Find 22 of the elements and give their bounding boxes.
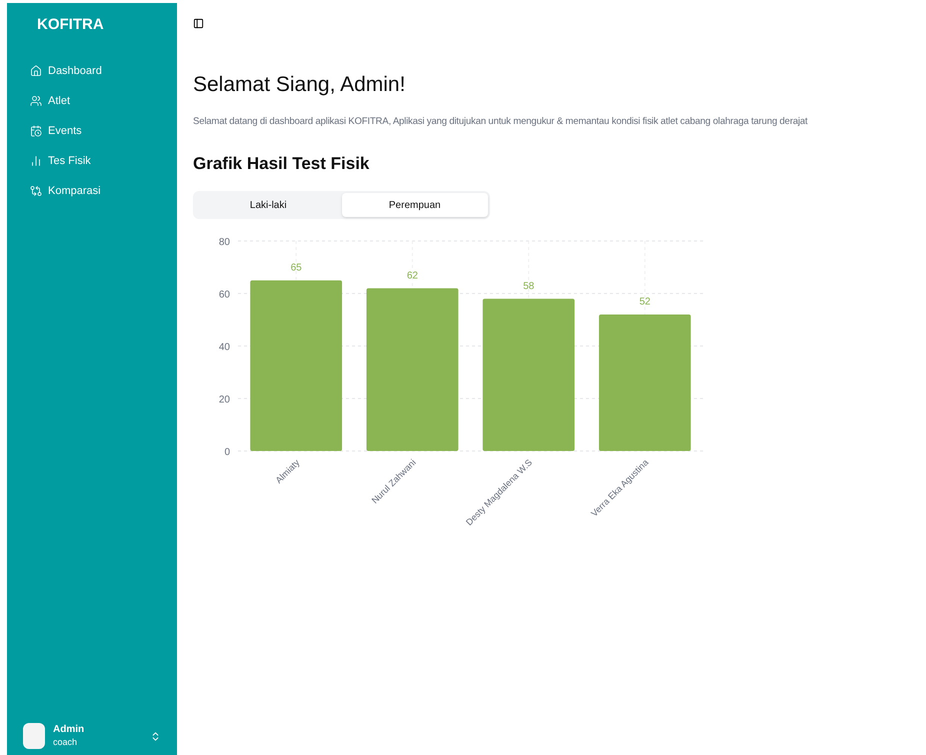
description-text: Selamat datang di dashboard aplikasi KOFITRA, Aplikasi yang ditujukan untuk mengukur & memantau kondisi fisik atlet cabang olahraga tarung derajat bbox=[193, 114, 809, 128]
nav-item[interactable]: Tes Fisik bbox=[24, 146, 160, 176]
y-tick-label: 20 bbox=[218, 394, 230, 406]
value-label: 65 bbox=[290, 262, 302, 274]
value-label: 58 bbox=[523, 281, 534, 292]
nav-item[interactable]: Komparasi bbox=[24, 176, 160, 206]
section-title: Grafik Hasil Test Fisik bbox=[193, 152, 370, 175]
y-tick-label: 0 bbox=[224, 447, 230, 458]
greeting-title: Selamat Siang, Admin! bbox=[193, 72, 406, 98]
tab[interactable]: Perempuan bbox=[342, 193, 488, 218]
y-tick-label: 60 bbox=[218, 290, 230, 301]
tab[interactable]: Laki-laki bbox=[195, 193, 342, 218]
user-name: Admin bbox=[53, 724, 84, 737]
nav-item[interactable]: Events bbox=[24, 116, 160, 146]
user-role: coach bbox=[53, 736, 78, 748]
nav-item[interactable]: Atlet bbox=[24, 86, 160, 116]
value-label: 62 bbox=[406, 270, 418, 282]
brand-title: KOFITRA bbox=[36, 15, 105, 35]
y-tick-label: 80 bbox=[218, 237, 230, 248]
y-tick-label: 40 bbox=[218, 342, 230, 354]
value-label: 52 bbox=[639, 296, 650, 308]
nav-item[interactable]: Dashboard bbox=[24, 56, 160, 86]
